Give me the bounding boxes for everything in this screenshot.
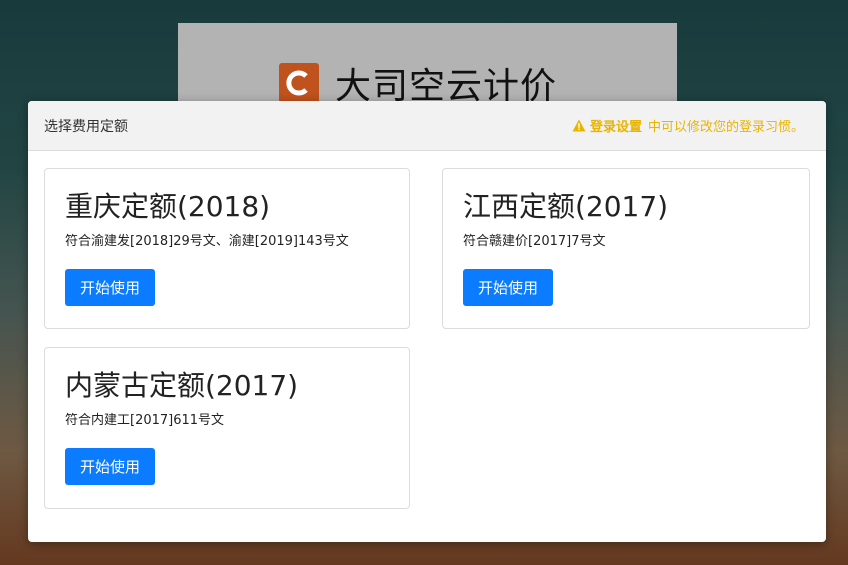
modal-title: 选择费用定额 — [44, 118, 128, 135]
login-settings-hint: 登录设置 中可以修改您的登录习惯。 — [572, 116, 804, 135]
hint-text: 中可以修改您的登录习惯。 — [647, 120, 804, 135]
quota-card-jiangxi: 江西定额(2017) 符合赣建价[2017]7号文 开始使用 — [442, 168, 810, 329]
card-description: 符合渝建发[2018]29号文、渝建[2019]143号文 — [65, 234, 349, 249]
card-title: 重庆定额(2018) — [65, 190, 271, 223]
card-description: 符合赣建价[2017]7号文 — [463, 234, 606, 249]
card-title: 内蒙古定额(2017) — [65, 369, 299, 402]
brand-logo-icon — [279, 63, 319, 103]
c-letter-icon — [286, 70, 308, 96]
start-button-jiangxi[interactable]: 开始使用 — [463, 269, 553, 306]
start-button-neimenggu[interactable]: 开始使用 — [65, 448, 155, 485]
warning-icon — [572, 119, 586, 132]
card-description: 符合内建工[2017]611号文 — [65, 413, 225, 428]
start-button-chongqing[interactable]: 开始使用 — [65, 269, 155, 306]
select-quota-modal: 选择费用定额 登录设置 中可以修改您的登录习惯。 重庆定额(2018) 符合渝建… — [28, 101, 826, 542]
card-title: 江西定额(2017) — [463, 190, 669, 223]
modal-header: 选择费用定额 登录设置 中可以修改您的登录习惯。 — [28, 101, 826, 151]
login-settings-link[interactable]: 登录设置 — [590, 116, 642, 135]
quota-card-neimenggu: 内蒙古定额(2017) 符合内建工[2017]611号文 开始使用 — [44, 347, 410, 509]
quota-card-chongqing: 重庆定额(2018) 符合渝建发[2018]29号文、渝建[2019]143号文… — [44, 168, 410, 329]
